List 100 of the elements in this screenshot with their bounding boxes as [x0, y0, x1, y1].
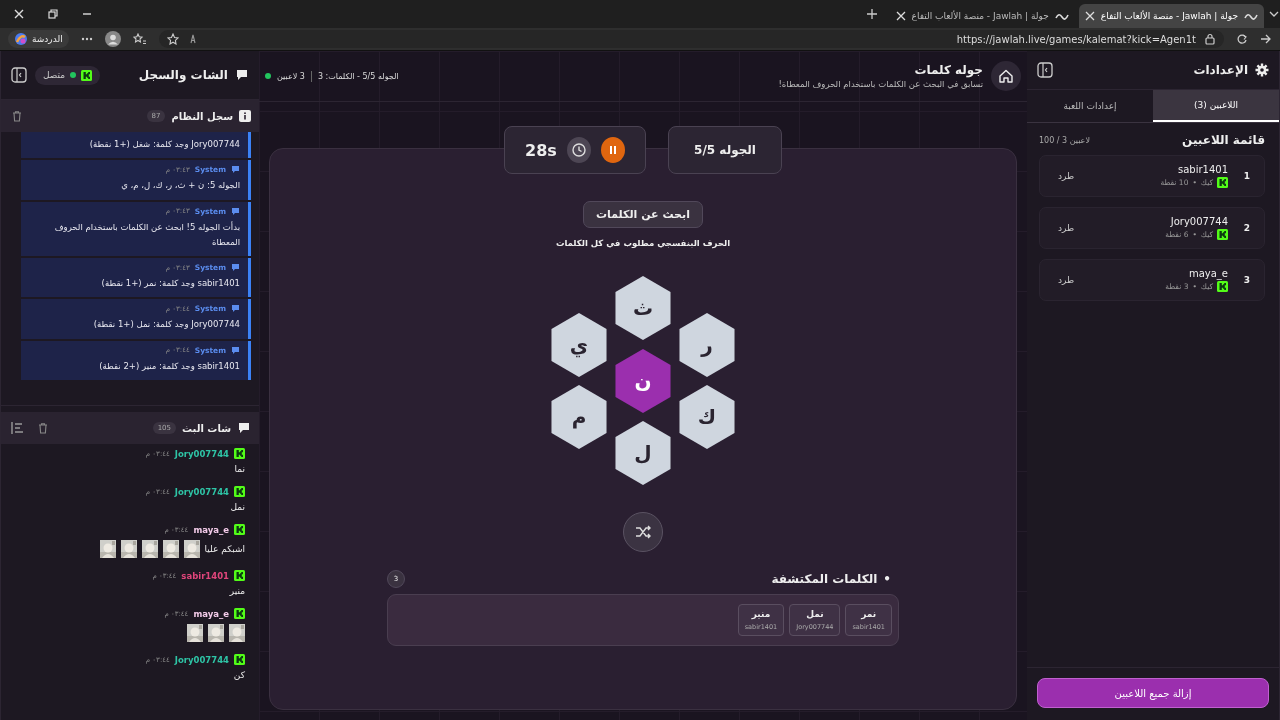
panel-title: الشات والسجل [138, 68, 228, 82]
chat-message: نما [234, 464, 245, 474]
log-message: Jory007744 وجد كلمة: نمل (+1 نقطة) [92, 318, 240, 332]
chat-message: منير [229, 586, 245, 596]
kick-logo-icon [81, 69, 93, 81]
player-rank: 2 [1242, 223, 1250, 233]
bot-icon [231, 206, 240, 216]
kick-logo-icon [234, 654, 245, 665]
bot-icon [231, 345, 240, 355]
site-logo-icon [1244, 12, 1258, 20]
collapse-panel-icon[interactable] [1037, 62, 1053, 78]
trash-icon[interactable] [11, 110, 23, 122]
copilot-icon [14, 32, 28, 46]
player-rank: 3 [1242, 275, 1250, 285]
bot-icon [231, 165, 240, 175]
kick-logo-icon [1217, 177, 1228, 188]
url-text: https://jawlah.live/games/kalemat?kick=Agen1t [955, 33, 1196, 45]
kick-logo-icon [1217, 281, 1228, 292]
found-word: نمل [806, 609, 824, 619]
panel-title: الإعدادات [1193, 63, 1248, 77]
collapse-panel-icon[interactable] [11, 67, 27, 83]
close-icon[interactable] [1084, 11, 1095, 21]
home-icon [998, 68, 1014, 84]
shuffle-button[interactable] [623, 512, 663, 552]
game-title: جوله كلمات [913, 63, 983, 77]
found-word: نمر [861, 609, 877, 619]
kick-logo-icon [1217, 229, 1228, 240]
status-text: متصل [43, 70, 66, 80]
chat-message: كن [233, 670, 245, 680]
site-logo-icon [1054, 12, 1069, 20]
profile-avatar-icon[interactable] [104, 31, 121, 47]
section-title: الكلمات المكتشفة [771, 572, 878, 586]
tab-title: جولة | Jawlah - منصة الألعاب التفاع [1100, 11, 1238, 21]
clock-icon [570, 142, 587, 158]
round-counter: الجوله 5/5 [668, 126, 782, 174]
section-title: شات البث [182, 422, 231, 434]
tab[interactable]: إعدادات اللعبة [1027, 90, 1153, 122]
bot-icon [231, 263, 240, 273]
align-icon[interactable] [11, 421, 25, 435]
kick-button[interactable]: طرد [1058, 171, 1075, 181]
found-word: منير [751, 609, 771, 619]
new-tab-icon[interactable] [865, 8, 878, 20]
reload-icon[interactable] [1236, 33, 1248, 45]
log-message: بدأت الجوله 5! ابحث عن الكلمات باستخدام الحروف المعطاة [53, 220, 240, 249]
chat-bubble-icon [237, 421, 251, 435]
username: maya_e [193, 524, 229, 535]
close-icon[interactable] [13, 8, 25, 20]
lock-icon [1204, 33, 1216, 45]
username: Jory007744 [174, 486, 229, 497]
username: Jory007744 [174, 448, 229, 459]
tab-title: جولة | Jawlah - منصة الألعاب التفاع [911, 11, 1049, 21]
username: maya_e [193, 608, 229, 619]
settings-icon [1255, 63, 1269, 77]
bot-icon [231, 304, 240, 314]
chat-message: نمل [230, 502, 245, 512]
players-online: 3 لاعبين [277, 71, 305, 81]
close-icon[interactable] [895, 11, 906, 21]
username: sabir1401 [181, 570, 229, 581]
log-message: الجوله 5: ن + ث، ر، ك، ل، م، ي [120, 179, 240, 193]
timer-value: 28s [525, 140, 557, 160]
player-name: Jory007744 [1169, 216, 1228, 227]
kick-button[interactable]: طرد [1058, 275, 1075, 285]
kick-logo-icon [234, 486, 245, 497]
game-subtitle: تسابق في البحث عن الكلمات باستخدام الحروف المعطاة! [778, 79, 983, 89]
browser-tab[interactable]: جولة | Jawlah - منصة الألعاب التفاع [889, 4, 1075, 28]
address-bar[interactable]: https://jawlah.live/games/kalemat?kick=Agen1t [158, 30, 1224, 48]
home-button[interactable] [991, 61, 1021, 91]
restore-icon[interactable] [47, 8, 59, 20]
hint-text: الحرف البنفسجي مطلوب في كل الكلمات [555, 238, 731, 248]
favorites-icon[interactable] [132, 33, 147, 45]
browser-tab[interactable]: جولة | Jawlah - منصة الألعاب التفاع [1078, 4, 1264, 28]
online-dot-icon [265, 73, 271, 79]
kick-logo-icon [234, 608, 245, 619]
copilot-button[interactable]: الدردشة [8, 30, 69, 48]
kick-logo-icon [234, 570, 245, 581]
pause-button[interactable] [600, 137, 625, 163]
tab[interactable]: اللاعبين (3) [1153, 90, 1279, 122]
info-icon [239, 110, 251, 122]
player-capacity: 100 / 3 لاعبين [1039, 135, 1090, 145]
log-message: Jory007744 وجد كلمة: شغل (+1 نقطة) [88, 138, 240, 151]
chat-bubble-icon [235, 68, 249, 82]
round-info: الجوله 5/5 - الكلمات: 3 [317, 71, 399, 81]
trash-icon[interactable] [37, 422, 49, 434]
kick-logo-icon [234, 524, 245, 535]
prompt-label: ابحث عن الكلمات [583, 201, 703, 228]
section-title: قائمة اللاعبين [1182, 133, 1265, 147]
shuffle-icon [635, 524, 651, 540]
log-message: sabir1401 وجد كلمة: نمر (+1 نقطة) [100, 277, 240, 291]
favorite-star-icon[interactable] [166, 33, 179, 45]
online-dot-icon [70, 72, 77, 78]
chat-message: اشبكم عليا [204, 544, 245, 554]
username: Jory007744 [174, 654, 229, 665]
log-message: sabir1401 وجد كلمة: منير (+2 نقطة) [98, 359, 240, 373]
kick-button[interactable]: طرد [1058, 223, 1075, 233]
forward-icon[interactable] [1260, 33, 1272, 45]
player-name: sabir1401 [1176, 164, 1228, 175]
bullet: • [883, 572, 891, 586]
player-rank: 1 [1242, 171, 1250, 181]
remove-all-button[interactable]: إزالة جميع اللاعبين [1037, 678, 1269, 708]
player-name: maya_e [1187, 268, 1228, 279]
